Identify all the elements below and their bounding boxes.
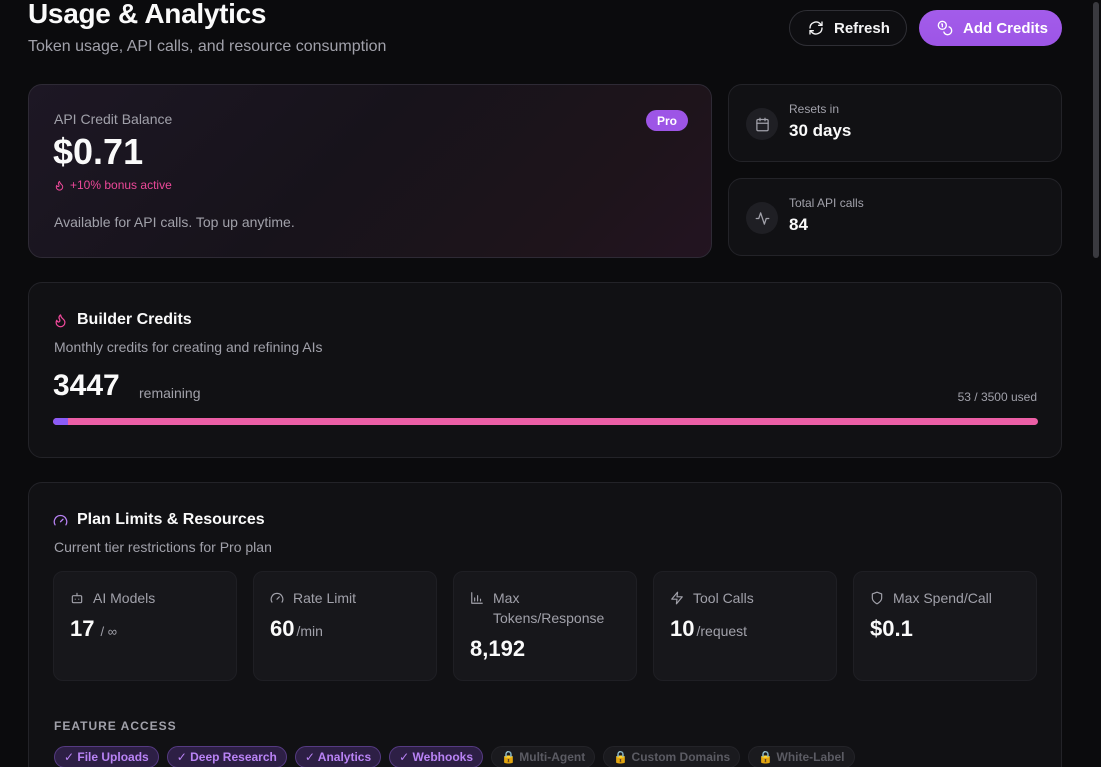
calendar-icon-wrap bbox=[746, 108, 778, 140]
tile-value-wrap: 8,192 bbox=[470, 636, 525, 662]
feature-chip-file-uploads: ✓ File Uploads bbox=[54, 746, 159, 767]
limit-tile-max-spend: Max Spend/Call $0.1 bbox=[853, 571, 1037, 681]
refresh-button[interactable]: Refresh bbox=[789, 10, 907, 46]
add-credits-button-label: Add Credits bbox=[963, 19, 1049, 37]
bonus-indicator: +10% bonus active bbox=[54, 178, 172, 192]
plan-limits-card: Plan Limits & Resources Current tier res… bbox=[28, 482, 1062, 767]
flame-icon bbox=[55, 313, 66, 327]
credits-remaining-value: 3447 bbox=[53, 369, 120, 402]
tile-label: AI Models bbox=[93, 590, 156, 606]
page-subtitle: Token usage, API calls, and resource con… bbox=[28, 38, 387, 55]
feature-chip-white-label: 🔒 White-Label bbox=[748, 746, 855, 767]
coins-icon bbox=[937, 20, 953, 36]
tile-value: 60 bbox=[270, 616, 295, 641]
builder-credits-title: Builder Credits bbox=[53, 311, 192, 329]
tile-value: 10 bbox=[670, 616, 695, 641]
tile-value: 17 bbox=[70, 616, 95, 641]
feature-chip-webhooks: ✓ Webhooks bbox=[389, 746, 483, 767]
limit-tile-ai-models: AI Models 17 / ∞ bbox=[53, 571, 237, 681]
bonus-text: +10% bonus active bbox=[70, 178, 172, 192]
usage-analytics-page: Usage & Analytics Token usage, API calls… bbox=[0, 0, 1101, 767]
gauge-icon bbox=[270, 592, 284, 603]
api-credit-balance-card: API Credit Balance $0.71 +10% bonus acti… bbox=[28, 84, 712, 258]
tile-value-wrap: $0.1 bbox=[870, 616, 913, 642]
balance-label: API Credit Balance bbox=[54, 111, 173, 127]
activity-icon-wrap bbox=[746, 202, 778, 234]
credits-progress-bar bbox=[53, 418, 1038, 425]
tile-unit: /min bbox=[296, 623, 323, 639]
page-scrollbar[interactable] bbox=[1091, 0, 1101, 767]
tile-value: $0.1 bbox=[870, 616, 913, 641]
total-api-calls-card: Total API calls 84 bbox=[728, 178, 1062, 256]
plan-limits-subtitle: Current tier restrictions for Pro plan bbox=[54, 539, 272, 555]
tile-head: Max Spend/Call bbox=[870, 588, 992, 608]
resets-label: Resets in bbox=[789, 102, 840, 116]
credits-remaining-label: remaining bbox=[139, 385, 201, 401]
resets-in-card: Resets in 30 days bbox=[728, 84, 1062, 162]
tile-head: AI Models bbox=[70, 588, 155, 608]
tile-unit: / ∞ bbox=[100, 624, 117, 639]
builder-credits-subtitle: Monthly credits for creating and refinin… bbox=[54, 339, 323, 355]
limit-tile-max-tokens: Max Tokens/Response 8,192 bbox=[453, 571, 637, 681]
flame-icon bbox=[55, 180, 64, 191]
bar-chart-icon bbox=[471, 592, 483, 604]
scrollbar-thumb[interactable] bbox=[1093, 2, 1099, 258]
credits-progress-fill bbox=[53, 418, 68, 425]
limit-tile-tool-calls: Tool Calls 10/request bbox=[653, 571, 837, 681]
gauge-icon bbox=[53, 514, 68, 525]
builder-credits-title-text: Builder Credits bbox=[77, 311, 192, 328]
resets-value: 30 days bbox=[789, 121, 852, 140]
tile-label: Tool Calls bbox=[693, 590, 754, 606]
calls-value: 84 bbox=[789, 215, 808, 234]
feature-chip-custom-domains: 🔒 Custom Domains bbox=[603, 746, 741, 767]
tile-value: 8,192 bbox=[470, 636, 526, 661]
plan-limits-title-text: Plan Limits & Resources bbox=[77, 511, 265, 528]
tile-unit: /request bbox=[696, 623, 748, 639]
plan-badge: Pro bbox=[646, 110, 688, 131]
feature-chip-analytics: ✓ Analytics bbox=[294, 746, 382, 767]
feature-chip-multi-agent: 🔒 Multi-Agent bbox=[491, 746, 596, 767]
tile-label: Max Spend/Call bbox=[893, 590, 992, 606]
calls-label: Total API calls bbox=[789, 196, 864, 210]
bot-icon bbox=[71, 592, 83, 604]
plan-limits-title: Plan Limits & Resources bbox=[53, 511, 265, 529]
feature-chip-deep-research: ✓ Deep Research bbox=[166, 746, 287, 767]
zap-icon bbox=[671, 591, 683, 605]
feature-access-heading: FEATURE ACCESS bbox=[54, 719, 177, 733]
tile-value-wrap: 10/request bbox=[670, 616, 747, 642]
refresh-button-label: Refresh bbox=[834, 19, 890, 37]
activity-icon bbox=[755, 211, 769, 225]
builder-credits-card: Builder Credits Monthly credits for crea… bbox=[28, 282, 1062, 458]
credits-used-label: 53 / 3500 used bbox=[957, 390, 1037, 404]
feature-chips: ✓ File Uploads ✓ Deep Research ✓ Analyti… bbox=[54, 746, 855, 767]
tile-value-wrap: 17 / ∞ bbox=[70, 616, 117, 642]
tile-head: Tool Calls bbox=[670, 588, 754, 608]
calendar-icon bbox=[755, 117, 769, 131]
refresh-icon bbox=[809, 21, 823, 35]
tile-head: Rate Limit bbox=[270, 588, 356, 608]
page-title: Usage & Analytics bbox=[28, 0, 267, 29]
tile-label: Max Tokens/Response bbox=[493, 590, 605, 626]
tile-head: Max Tokens/Response bbox=[470, 588, 604, 628]
shield-icon bbox=[871, 591, 883, 605]
limit-tile-rate-limit: Rate Limit 60/min bbox=[253, 571, 437, 681]
add-credits-button[interactable]: Add Credits bbox=[919, 10, 1062, 46]
tile-label: Rate Limit bbox=[293, 590, 357, 606]
balance-note: Available for API calls. Top up anytime. bbox=[54, 214, 295, 230]
balance-amount: $0.71 bbox=[53, 131, 144, 172]
tile-value-wrap: 60/min bbox=[270, 616, 323, 642]
